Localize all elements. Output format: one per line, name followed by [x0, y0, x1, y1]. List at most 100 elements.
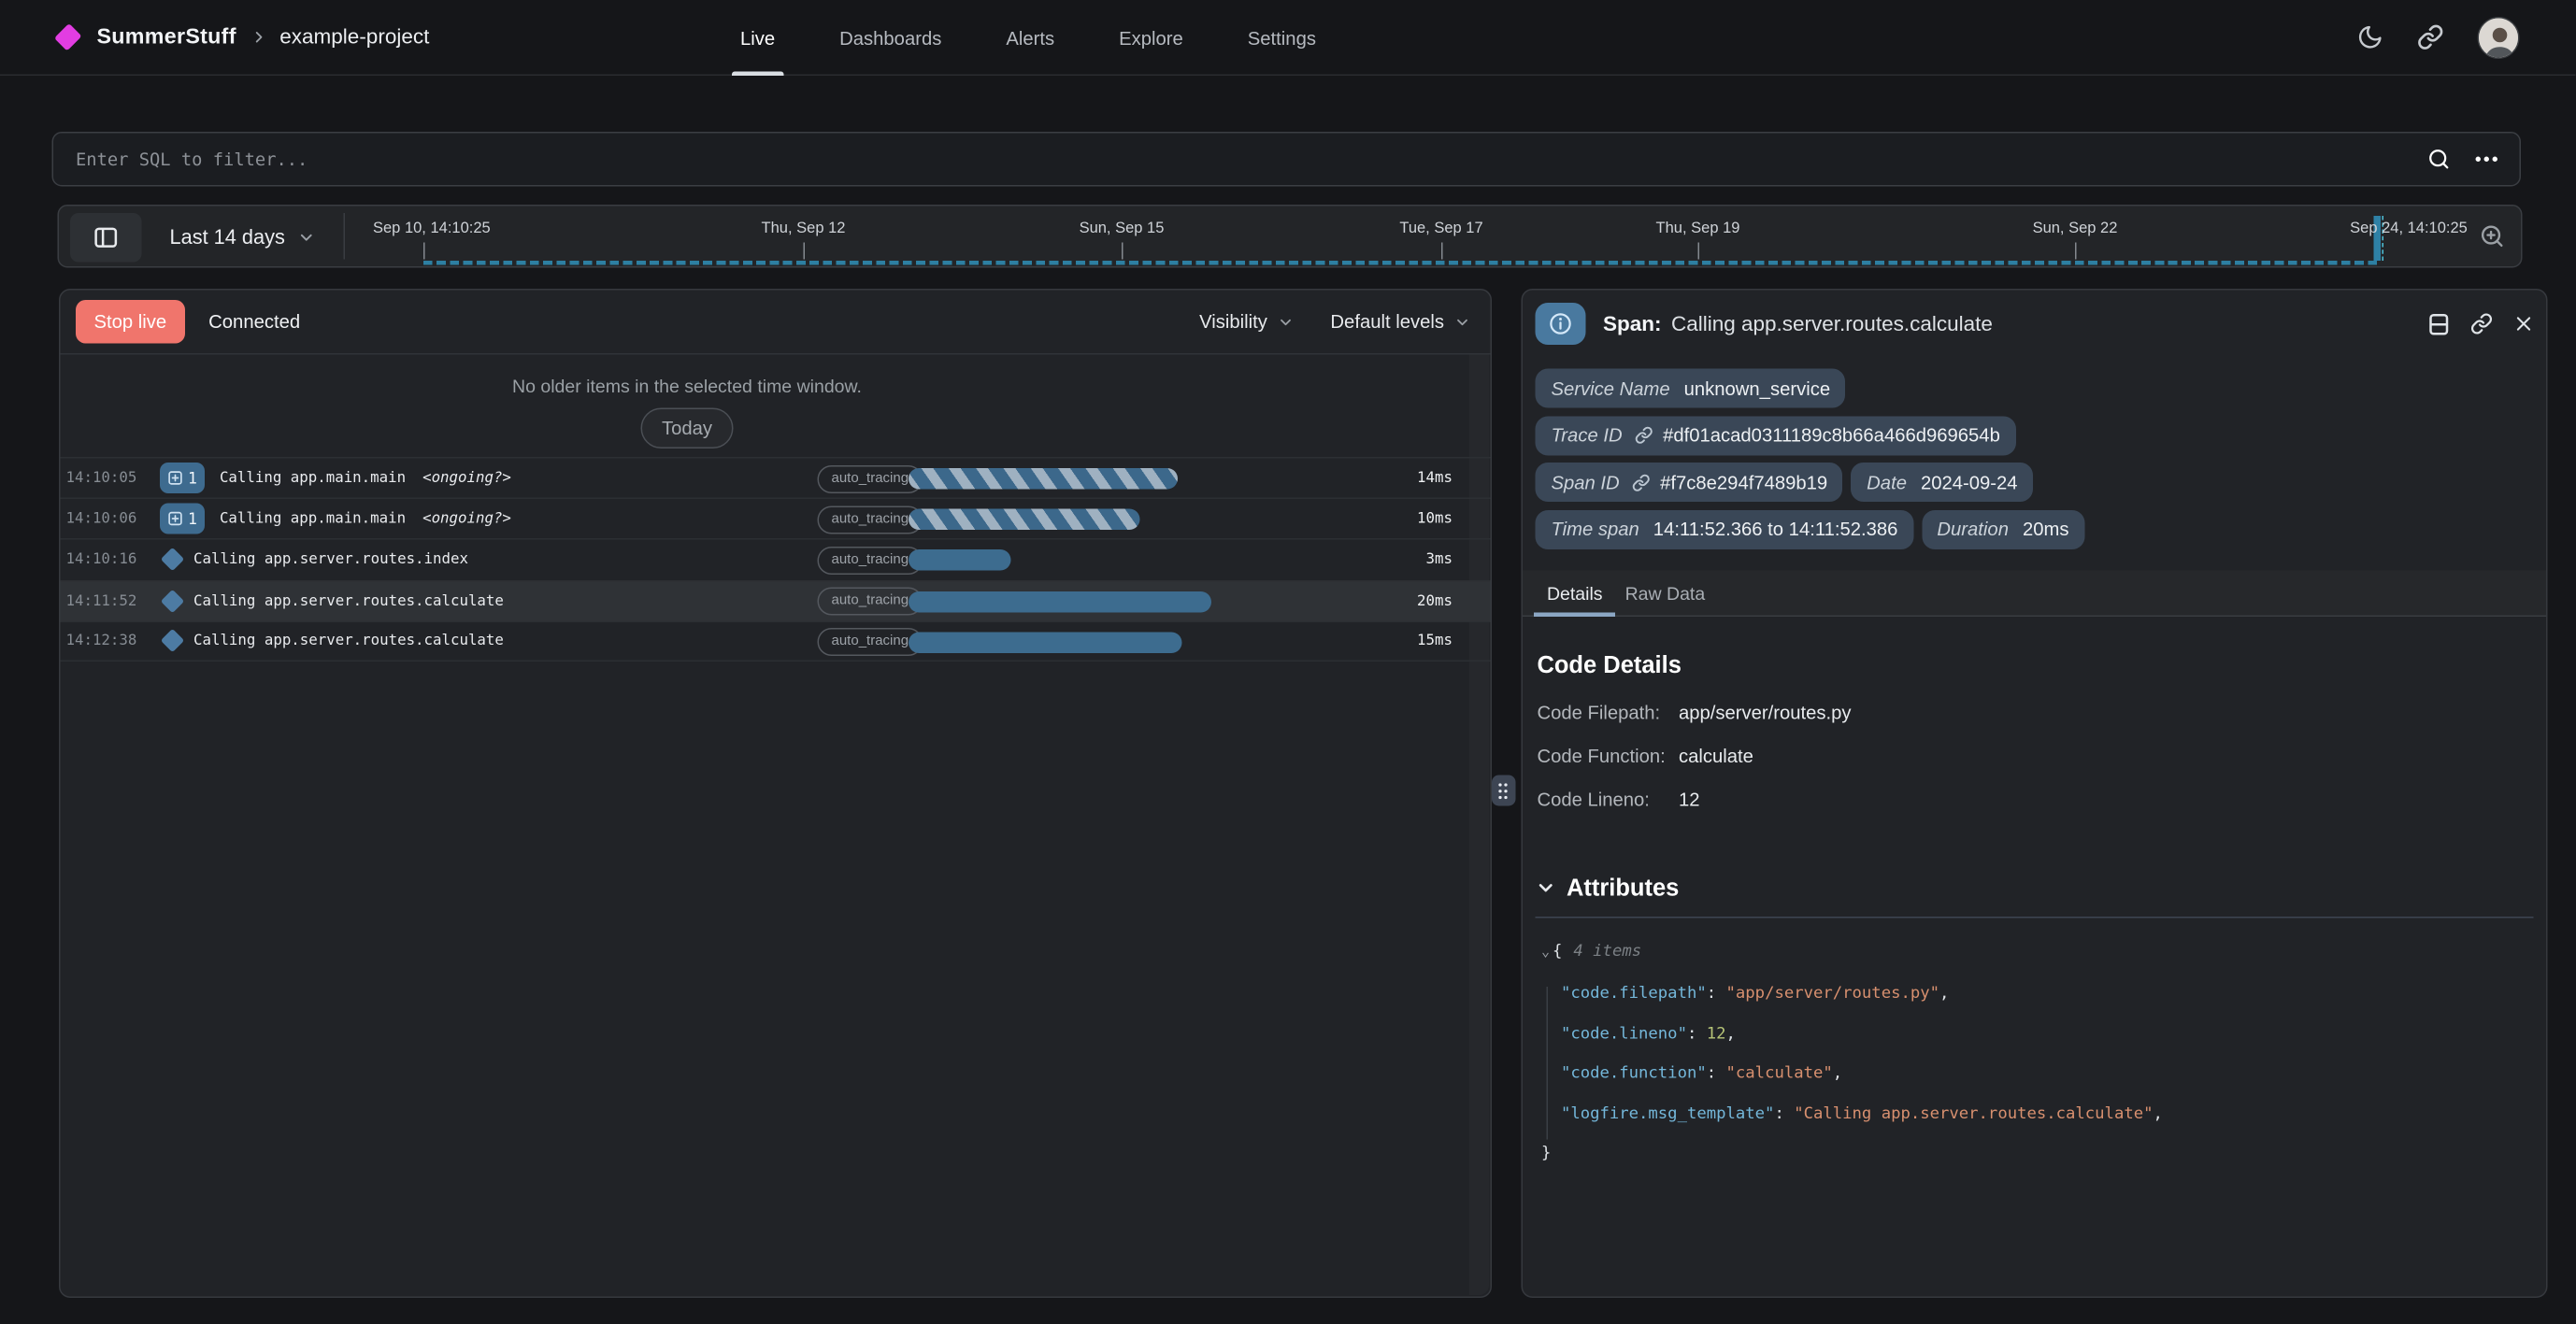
service-name-badge[interactable]: Service Name unknown_service: [1536, 369, 1846, 408]
sql-filter-input[interactable]: Enter SQL to filter...: [76, 149, 308, 170]
ongoing-flag: <ongoing?>: [422, 510, 511, 527]
log-row[interactable]: 14:12:38 Calling app.server.routes.calcu…: [61, 620, 1491, 662]
log-row[interactable]: 14:10:05 1 Calling app.main.main <ongoin…: [61, 457, 1491, 498]
log-timestamp: 14:10:05: [66, 470, 161, 487]
date-badge: Date 2024-09-24: [1852, 463, 2033, 502]
attributes-toggle[interactable]: Attributes: [1536, 874, 2533, 902]
log-row[interactable]: 14:10:16 Calling app.server.routes.index…: [61, 539, 1491, 580]
duration-badge: Duration 20ms: [1922, 509, 2084, 548]
attributes-section: Attributes ⌄{4 items "code.filepath": "a…: [1536, 874, 2533, 1173]
visibility-dropdown[interactable]: Visibility: [1199, 311, 1294, 333]
json-open-line[interactable]: ⌄{4 items: [1541, 930, 2533, 973]
org-name[interactable]: SummerStuff: [97, 24, 236, 50]
top-nav: SummerStuff example-project Live Dashboa…: [0, 0, 2576, 76]
copy-link-icon[interactable]: [2469, 313, 2492, 335]
span-id-badge[interactable]: Span ID #f7c8e294f7489b19: [1536, 463, 1843, 502]
sidebar-toggle-button[interactable]: [70, 213, 142, 263]
span-title: Calling app.server.routes.calculate: [1671, 312, 1993, 336]
tag-pill[interactable]: auto_tracing: [818, 628, 923, 656]
tab-live[interactable]: Live: [740, 0, 775, 76]
code-details-heading: Code Details: [1537, 651, 2532, 679]
split-view-icon[interactable]: [2427, 312, 2449, 336]
user-avatar[interactable]: [2478, 16, 2520, 58]
share-link-icon[interactable]: [2417, 24, 2444, 51]
attributes-divider: [1536, 916, 2533, 918]
tag-pill[interactable]: auto_tracing: [818, 547, 923, 575]
expand-plus-icon: [167, 470, 184, 487]
default-levels-dropdown[interactable]: Default levels: [1330, 311, 1470, 333]
close-icon[interactable]: [2513, 314, 2533, 334]
stop-live-button[interactable]: Stop live: [76, 300, 185, 344]
duration-bar: [909, 509, 1140, 531]
empty-window-message: No older items in the selected time wind…: [61, 376, 1314, 397]
chevron-down-icon: [1536, 877, 1557, 899]
duration-bar: [909, 632, 1182, 653]
connection-status: Connected: [208, 311, 300, 333]
tab-raw-data[interactable]: Raw Data: [1614, 582, 1717, 615]
panel-resize-handle[interactable]: [1492, 776, 1515, 806]
json-item-count: 4 items: [1573, 940, 1641, 960]
tab-explore[interactable]: Explore: [1119, 0, 1183, 76]
time-range-dropdown[interactable]: Last 14 days: [170, 206, 316, 270]
trace-link-icon[interactable]: [1635, 426, 1653, 445]
project-name[interactable]: example-project: [279, 25, 429, 50]
code-lineno-row: Code Lineno: 12: [1537, 789, 2532, 810]
log-message: Calling app.server.routes.calculate: [193, 592, 504, 609]
span-detail-header: Span: Calling app.server.routes.calculat…: [1536, 303, 2533, 345]
code-function-row: Code Function: calculate: [1537, 745, 2532, 766]
detail-tabs: Details Raw Data: [1523, 570, 2545, 617]
log-row[interactable]: 14:10:06 1 Calling app.main.main <ongoin…: [61, 498, 1491, 539]
span-detail-panel: Span: Calling app.server.routes.calculat…: [1522, 289, 2547, 1298]
tag-pill[interactable]: auto_tracing: [818, 464, 923, 492]
search-icon[interactable]: [2427, 148, 2452, 172]
log-timestamp: 14:10:06: [66, 510, 161, 527]
sidebar-panel-icon: [94, 227, 119, 249]
log-message: Calling app.server.routes.index: [193, 551, 468, 568]
timeline-bar: Last 14 days Sep 10, 14:10:25 Thu, Sep 1…: [58, 205, 2523, 268]
timeline-start-label: Sep 10, 14:10:25: [373, 221, 491, 237]
collapsed-spans-badge[interactable]: 1: [160, 504, 204, 534]
timeline-end-label: Sep 24, 14:10:25: [2350, 221, 2468, 237]
json-entry: "code.function": "calculate",: [1541, 1053, 2533, 1093]
logfire-app: SummerStuff example-project Live Dashboa…: [0, 0, 2576, 1324]
chevron-down-icon: [1454, 313, 1471, 330]
span-header-actions: [2427, 312, 2533, 336]
tab-settings[interactable]: Settings: [1248, 0, 1316, 76]
duration-bar: [909, 468, 1178, 490]
tag-pill[interactable]: auto_tracing: [818, 505, 923, 534]
tag-pill[interactable]: auto_tracing: [818, 588, 923, 616]
code-details-section: Code Details Code Filepath: app/server/r…: [1536, 651, 2533, 810]
collapsed-spans-badge[interactable]: 1: [160, 463, 204, 493]
span-diamond-icon: [161, 589, 184, 612]
more-options-icon[interactable]: [2473, 148, 2500, 172]
tab-details[interactable]: Details: [1536, 582, 1614, 615]
timeline-divider: [344, 213, 346, 260]
json-entry: "code.lineno": 12,: [1541, 1013, 2533, 1053]
attributes-json-viewer: ⌄{4 items "code.filepath": "app/server/r…: [1536, 930, 2533, 1173]
nav-right-actions: [2357, 16, 2520, 58]
ongoing-flag: <ongoing?>: [422, 470, 511, 487]
time-span-badge: Time span 14:11:52.366 to 14:11:52.386: [1536, 509, 1913, 548]
nav-tabs: Live Dashboards Alerts Explore Settings: [740, 0, 1316, 76]
attributes-heading: Attributes: [1567, 874, 1679, 902]
brand-logo-icon[interactable]: [54, 23, 82, 51]
tab-dashboards[interactable]: Dashboards: [839, 0, 941, 76]
timeline-tick-label: Sun, Sep 15: [1080, 221, 1165, 237]
tab-alerts[interactable]: Alerts: [1006, 0, 1054, 76]
log-row-selected[interactable]: 14:11:52 Calling app.server.routes.calcu…: [61, 579, 1491, 620]
collapsed-count: 1: [188, 469, 197, 488]
timeline-tick-label: Tue, Sep 17: [1399, 221, 1482, 237]
log-timestamp: 14:10:16: [66, 551, 161, 568]
live-log-panel: Stop live Connected Visibility Default l…: [59, 289, 1492, 1298]
trace-id-badge[interactable]: Trace ID #df01acad0311189c8b66a466d96965…: [1536, 416, 2015, 455]
timeline-activity-axis[interactable]: [423, 260, 2380, 264]
duration-value: 20ms: [1417, 592, 1453, 609]
span-diamond-icon: [161, 548, 184, 571]
theme-moon-icon[interactable]: [2357, 24, 2384, 51]
today-button[interactable]: Today: [640, 408, 733, 449]
json-close-line: }: [1541, 1133, 2533, 1174]
empty-window-notice: No older items in the selected time wind…: [61, 355, 1314, 449]
timeline-tick-label: Thu, Sep 12: [762, 221, 846, 237]
timeline-zoom-in-icon[interactable]: [2479, 223, 2506, 250]
span-link-icon[interactable]: [1632, 473, 1651, 491]
